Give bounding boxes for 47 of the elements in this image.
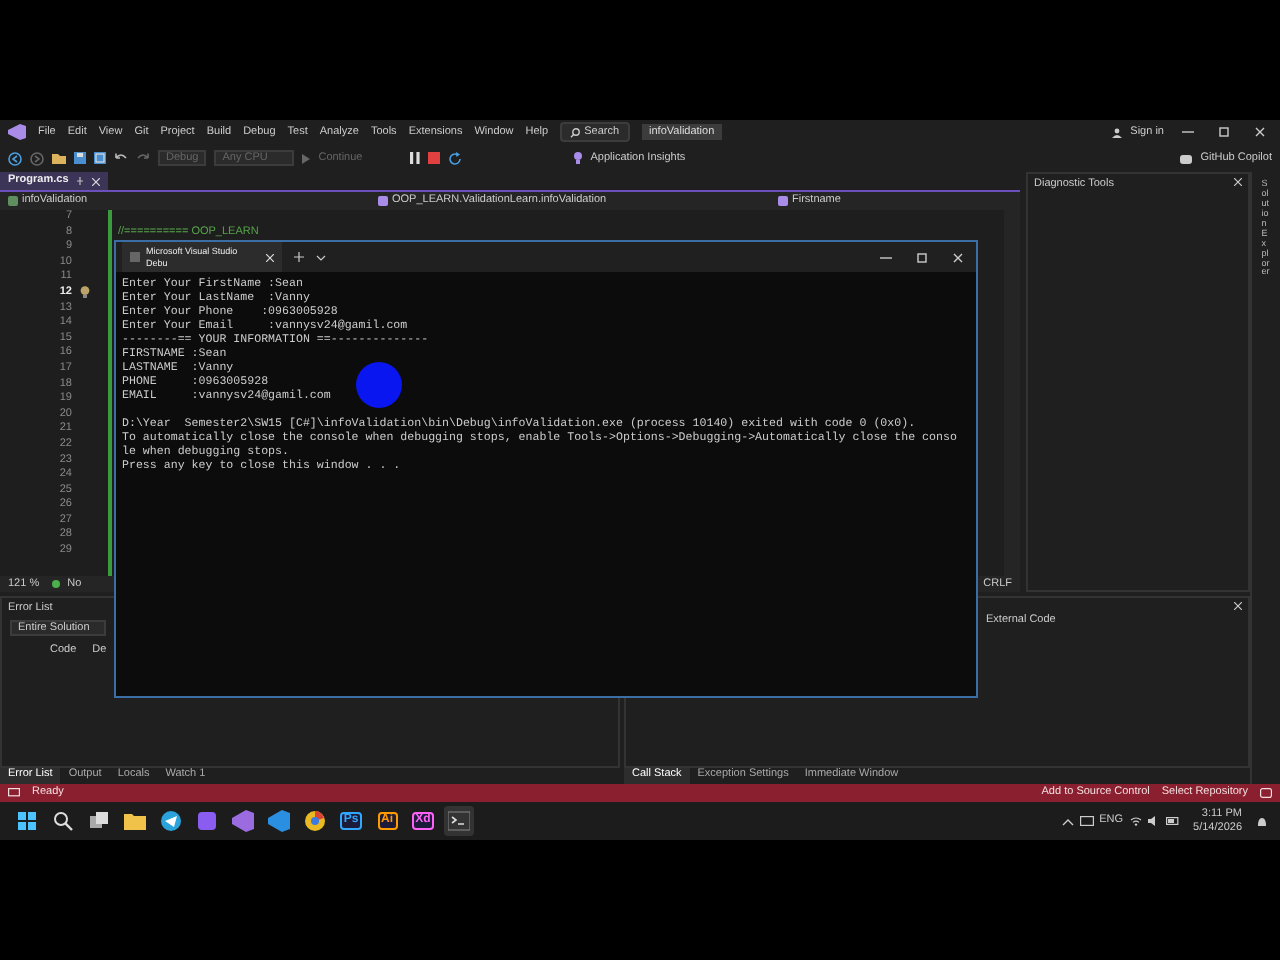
undo-icon[interactable] bbox=[114, 152, 128, 164]
open-folder-icon[interactable] bbox=[52, 152, 66, 164]
bell-icon[interactable] bbox=[1256, 815, 1268, 827]
project-icon bbox=[8, 196, 18, 206]
stop-icon[interactable] bbox=[428, 152, 441, 164]
folder-icon[interactable] bbox=[124, 810, 146, 832]
restart-icon[interactable] bbox=[448, 151, 463, 165]
close-icon[interactable] bbox=[266, 253, 274, 261]
close-icon[interactable] bbox=[1234, 602, 1242, 610]
redo-icon[interactable] bbox=[136, 152, 150, 164]
close-icon[interactable] bbox=[1234, 178, 1242, 186]
field-icon bbox=[778, 196, 788, 206]
battery-icon[interactable] bbox=[1165, 816, 1180, 826]
notification-icon[interactable] bbox=[1260, 788, 1272, 798]
terminal-icon[interactable] bbox=[448, 810, 470, 832]
minimize-icon[interactable] bbox=[1176, 126, 1200, 138]
class-icon bbox=[378, 196, 388, 206]
task-view-icon[interactable] bbox=[88, 810, 110, 832]
new-tab-icon[interactable] bbox=[294, 252, 304, 262]
lightbulb-icon bbox=[574, 152, 583, 164]
paper-plane-icon[interactable] bbox=[160, 810, 182, 832]
person-icon bbox=[1112, 127, 1123, 137]
forward-icon[interactable] bbox=[30, 151, 44, 165]
search-icon[interactable] bbox=[52, 810, 74, 832]
wifi-icon[interactable] bbox=[1129, 816, 1142, 826]
play-icon bbox=[302, 153, 311, 163]
pin-icon[interactable] bbox=[76, 176, 85, 187]
close-icon[interactable] bbox=[92, 177, 101, 186]
minimize-icon[interactable] bbox=[874, 251, 898, 263]
save-icon[interactable] bbox=[74, 152, 86, 164]
keyboard-icon[interactable] bbox=[1079, 816, 1094, 826]
chrome-icon[interactable] bbox=[304, 810, 326, 832]
app-icon[interactable] bbox=[196, 810, 218, 832]
console-icon bbox=[130, 252, 140, 262]
chevron-up-icon[interactable] bbox=[1061, 817, 1074, 825]
vs-logo-icon[interactable] bbox=[8, 124, 26, 140]
cursor-highlight bbox=[356, 362, 402, 408]
vscode-icon[interactable] bbox=[268, 810, 290, 832]
lightbulb-icon[interactable] bbox=[80, 285, 90, 298]
message-icon bbox=[8, 788, 20, 798]
start-icon[interactable] bbox=[16, 810, 38, 832]
back-icon[interactable] bbox=[8, 151, 22, 165]
vs-icon[interactable] bbox=[232, 810, 254, 832]
pause-icon[interactable] bbox=[410, 152, 421, 164]
search-icon bbox=[570, 127, 581, 137]
speaker-icon[interactable] bbox=[1147, 816, 1160, 826]
chevron-down-icon[interactable] bbox=[316, 253, 326, 261]
